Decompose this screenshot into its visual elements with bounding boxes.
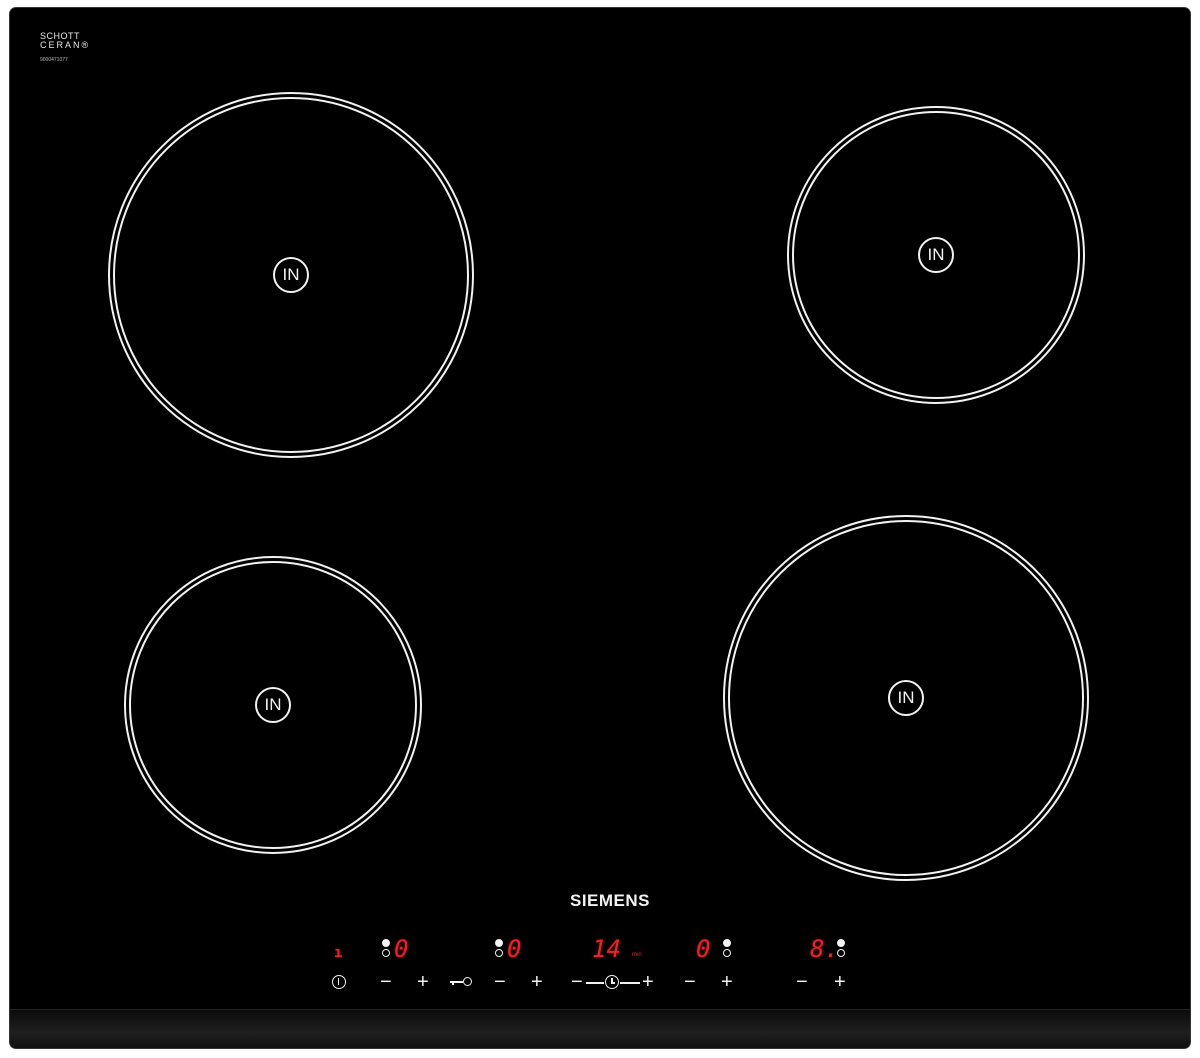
zone-3-level-display: 0 bbox=[696, 935, 711, 963]
brand-logo: SIEMENS bbox=[570, 891, 651, 910]
zone-indicator-dots-icon bbox=[723, 939, 733, 959]
power-icon[interactable] bbox=[332, 975, 346, 989]
timer-plus-button[interactable]: + bbox=[642, 972, 654, 992]
timer-unit: min bbox=[632, 952, 642, 958]
zone-3-minus-button[interactable]: − bbox=[684, 972, 696, 992]
zone-2-minus-button[interactable]: − bbox=[494, 972, 506, 992]
zone-2-plus-button[interactable]: + bbox=[531, 972, 543, 992]
zone-4-minus-button[interactable]: − bbox=[796, 972, 808, 992]
zone-1-level-display: 0 bbox=[394, 935, 409, 963]
zone-3-plus-button[interactable]: + bbox=[721, 972, 733, 992]
zone-indicator-dots-icon bbox=[837, 939, 847, 959]
timer-display: 14 bbox=[592, 935, 621, 963]
cooktop-panel: SCHOTT CERAN® 9000471077 IN IN IN IN SIE… bbox=[10, 8, 1190, 1048]
induction-icon: IN bbox=[273, 257, 309, 293]
timer-line-left bbox=[586, 982, 604, 984]
induction-icon: IN bbox=[255, 687, 291, 723]
logo-line-2: CERAN® bbox=[40, 40, 91, 50]
timer-minus-button[interactable]: − bbox=[571, 972, 583, 992]
zone-indicator-dots-icon bbox=[495, 939, 505, 959]
induction-icon: IN bbox=[888, 680, 924, 716]
child-lock-icon[interactable] bbox=[450, 977, 472, 987]
induction-icon: IN bbox=[918, 237, 954, 273]
zone-indicator-dots-icon bbox=[382, 939, 392, 959]
timer-icon[interactable] bbox=[605, 975, 619, 989]
zone-4-level-display: 8. bbox=[810, 935, 839, 963]
timer-line-right bbox=[620, 982, 640, 984]
main-power-indicator: ı bbox=[334, 945, 343, 961]
zone-4-plus-button[interactable]: + bbox=[834, 972, 846, 992]
zone-1-plus-button[interactable]: + bbox=[417, 972, 429, 992]
schott-ceran-logo: SCHOTT CERAN® 9000471077 bbox=[40, 32, 90, 64]
hob-front-edge bbox=[10, 1009, 1190, 1048]
serial-number: 9000471077 bbox=[40, 57, 68, 63]
zone-2-level-display: 0 bbox=[507, 935, 522, 963]
zone-1-minus-button[interactable]: − bbox=[380, 972, 392, 992]
